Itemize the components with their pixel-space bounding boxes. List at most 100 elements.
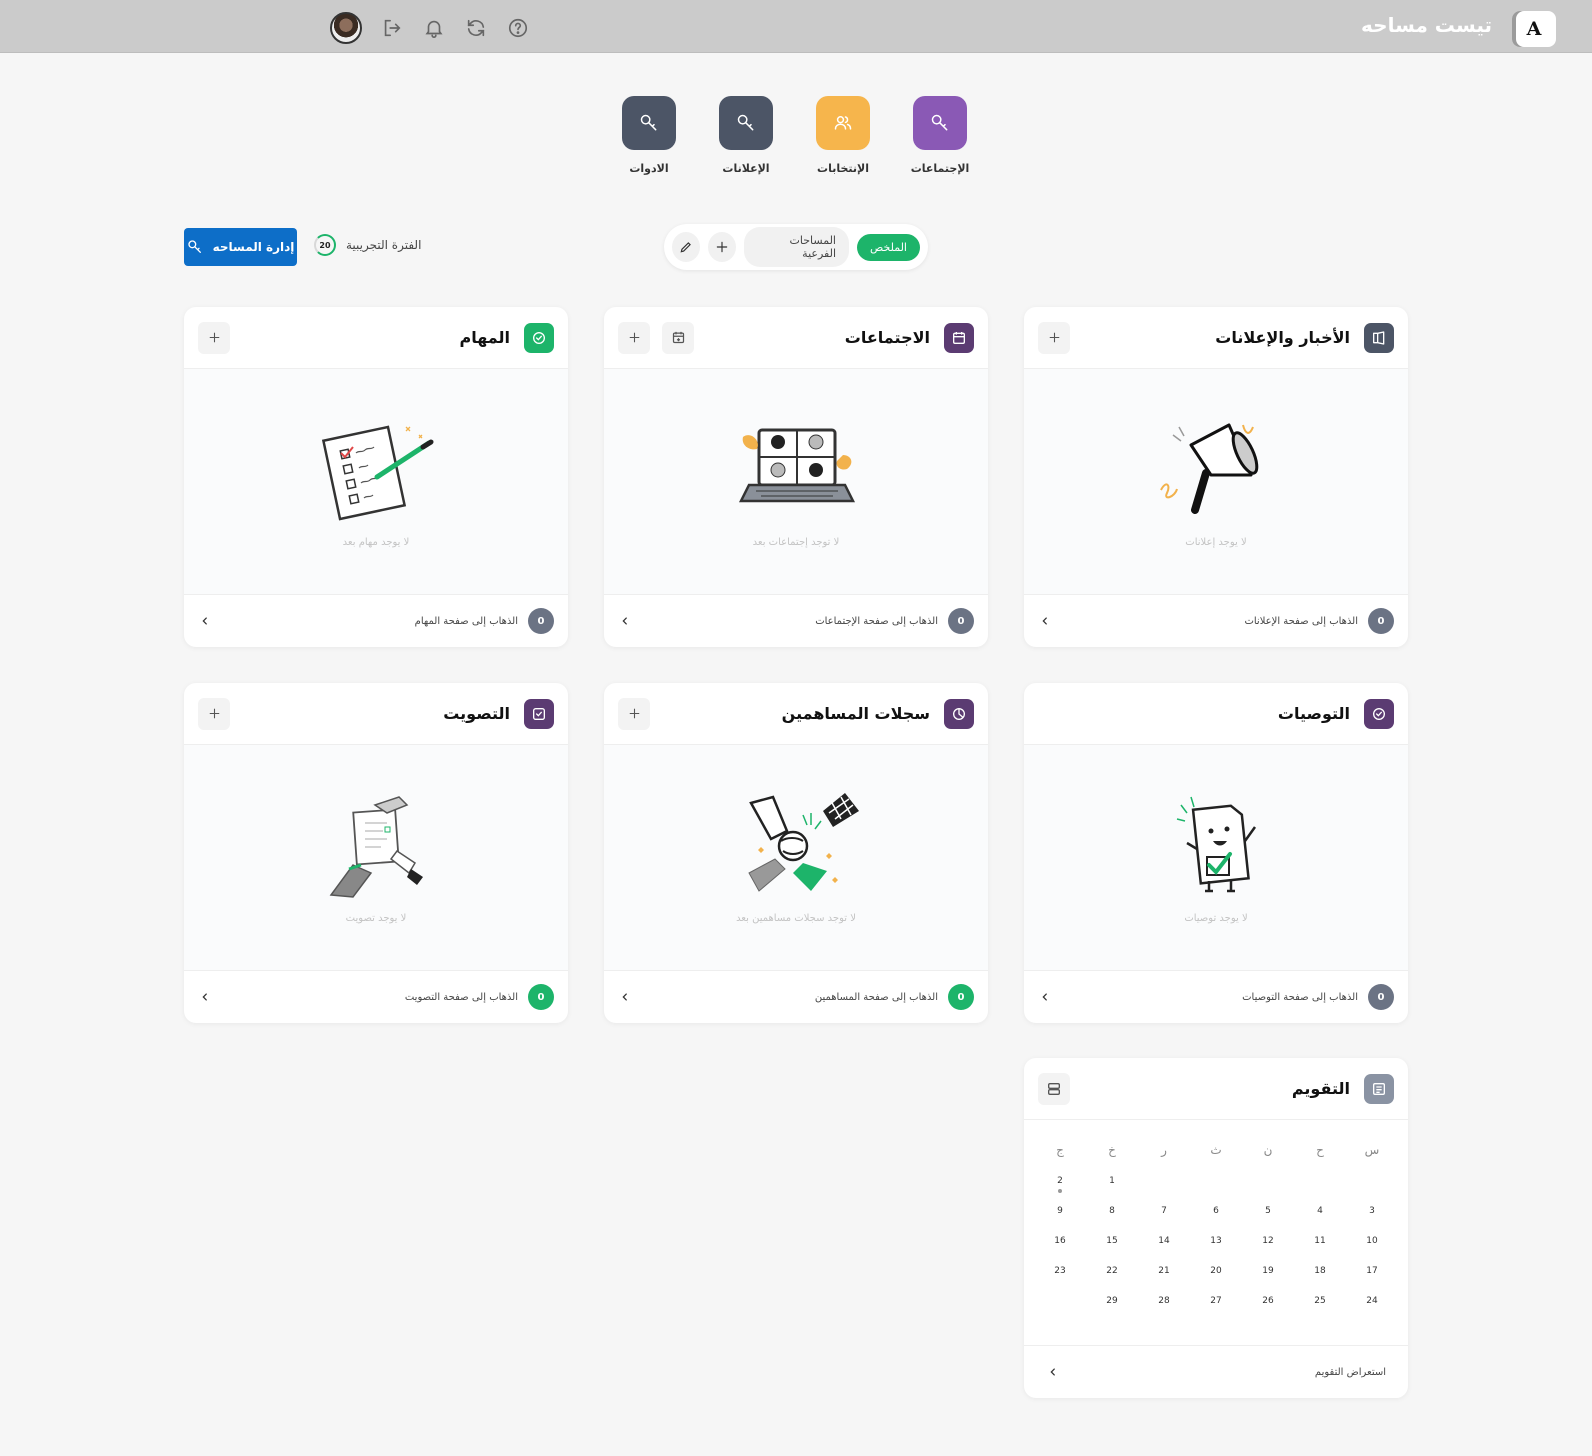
calendar-day[interactable]: 6	[1190, 1196, 1242, 1226]
calendar-day[interactable]: 7	[1138, 1196, 1190, 1226]
calendar-day[interactable]: 22	[1086, 1256, 1138, 1286]
chevron-left-icon[interactable]	[1038, 614, 1052, 628]
card-footer[interactable]: 0 الذهاب إلى صفحة الإجتماعات	[604, 594, 988, 647]
calendar-weekday: س	[1364, 1143, 1380, 1157]
video-meeting-illustration-icon	[738, 428, 856, 503]
count-badge: 0	[528, 984, 554, 1010]
card-title: التقويم	[1291, 1079, 1350, 1098]
go-to-announcements-link[interactable]: الذهاب إلى صفحة الإعلانات	[1052, 616, 1358, 627]
app-tile[interactable]	[719, 96, 773, 150]
calendar-day[interactable]: 14	[1138, 1226, 1190, 1256]
calendar-day[interactable]: 2	[1034, 1166, 1086, 1196]
app-tile[interactable]	[913, 96, 967, 150]
bell-icon[interactable]	[422, 16, 446, 40]
chevron-left-icon[interactable]	[198, 990, 212, 1004]
card-header: سجلات المساهمين	[604, 683, 988, 745]
app-announcements[interactable]: الإعلانات	[719, 96, 773, 175]
refresh-icon[interactable]	[464, 16, 488, 40]
card-footer[interactable]: 0 الذهاب إلى صفحة المهام	[184, 594, 568, 647]
add-vote-button[interactable]	[198, 697, 230, 730]
trial-indicator: 20 الفترة التجريبية	[314, 234, 421, 256]
app-elections[interactable]: الإنتخابات	[816, 96, 870, 175]
chevron-left-icon[interactable]	[198, 614, 212, 628]
card-footer[interactable]: استعراض التقويم	[1024, 1345, 1408, 1398]
calendar-day[interactable]: 20	[1190, 1256, 1242, 1286]
rows-icon	[1048, 1082, 1060, 1095]
card-footer[interactable]: 0 الذهاب إلى صفحة التصويت	[184, 970, 568, 1023]
add-task-button[interactable]	[198, 321, 230, 354]
calendar-day[interactable]: 4	[1294, 1196, 1346, 1226]
calendar-day[interactable]: 15	[1086, 1226, 1138, 1256]
calendar-plus-icon	[672, 331, 684, 344]
calendar-day[interactable]: 12	[1242, 1226, 1294, 1256]
app-meetings[interactable]: الإجتماعات	[911, 96, 969, 175]
add-subspace-button[interactable]	[708, 232, 737, 262]
calendar-day[interactable]: 3	[1346, 1196, 1398, 1226]
chevron-left-icon[interactable]	[618, 990, 632, 1004]
edit-button[interactable]	[672, 232, 701, 262]
recommendations-card: التوصيات لا يوجد توصيات 0 الذهاب إلى صفح…	[1024, 683, 1408, 1023]
calendar-day[interactable]: 13	[1190, 1226, 1242, 1256]
chevron-left-icon[interactable]	[1046, 1365, 1060, 1379]
calendar-day[interactable]: 29	[1086, 1286, 1138, 1316]
view-calendar-link[interactable]: استعراض التقويم	[1060, 1367, 1386, 1378]
count-badge: 0	[1368, 984, 1394, 1010]
calendar-day[interactable]: 10	[1346, 1226, 1398, 1256]
calendar-day[interactable]: 17	[1346, 1256, 1398, 1286]
calendar-day[interactable]: 26	[1242, 1286, 1294, 1316]
card-header: التوصيات	[1024, 683, 1408, 745]
card-footer[interactable]: 0 الذهاب إلى صفحة الإعلانات	[1024, 594, 1408, 647]
calendar-day[interactable]: 9	[1034, 1196, 1086, 1226]
calendar-day[interactable]: 27	[1190, 1286, 1242, 1316]
calendar-day[interactable]: 1	[1086, 1166, 1138, 1196]
go-to-voting-link[interactable]: الذهاب إلى صفحة التصويت	[212, 992, 518, 1003]
add-announcement-button[interactable]	[1038, 321, 1070, 354]
card-title: التوصيات	[1277, 704, 1350, 723]
logout-icon[interactable]	[380, 16, 404, 40]
go-to-meetings-link[interactable]: الذهاب إلى صفحة الإجتماعات	[632, 616, 938, 627]
calendar-day[interactable]: 21	[1138, 1256, 1190, 1286]
calendar-day[interactable]: 28	[1138, 1286, 1190, 1316]
calendar-day[interactable]: 18	[1294, 1256, 1346, 1286]
add-meeting-button[interactable]	[618, 321, 650, 354]
calendar-day	[1034, 1286, 1086, 1316]
calendar-weekday: ح	[1316, 1143, 1324, 1157]
card-footer[interactable]: 0 الذهاب إلى صفحة المساهمين	[604, 970, 988, 1023]
calendar-day[interactable]: 25	[1294, 1286, 1346, 1316]
key-icon	[737, 114, 754, 131]
add-shareholder-button[interactable]	[618, 697, 650, 730]
calendar-day[interactable]: 24	[1346, 1286, 1398, 1316]
chevron-left-icon[interactable]	[1038, 990, 1052, 1004]
calendar-day[interactable]: 19	[1242, 1256, 1294, 1286]
manage-space-button[interactable]: إدارة المساحه	[184, 228, 297, 266]
user-avatar[interactable]	[330, 12, 362, 44]
megaphone-illustration-icon	[1160, 423, 1259, 514]
go-to-tasks-link[interactable]: الذهاب إلى صفحة المهام	[212, 616, 518, 627]
tab-summary[interactable]: الملخص	[857, 233, 920, 261]
app-tile[interactable]	[622, 96, 676, 150]
go-to-recommendations-link[interactable]: الذهاب إلى صفحة التوصيات	[1052, 992, 1358, 1003]
top-bar: A تيست مساحه	[0, 0, 1592, 53]
card-footer[interactable]: 0 الذهاب إلى صفحة التوصيات	[1024, 970, 1408, 1023]
calendar-day[interactable]: 5	[1242, 1196, 1294, 1226]
space-title: تيست مساحه	[1361, 13, 1492, 37]
schedule-meeting-button[interactable]	[662, 321, 694, 354]
manage-space-label: إدارة المساحه	[212, 240, 295, 254]
app-tile[interactable]	[816, 96, 870, 150]
help-icon[interactable]	[506, 16, 530, 40]
calendar-day[interactable]: 11	[1294, 1226, 1346, 1256]
megaphone-icon	[1364, 322, 1394, 353]
news-card: الأخبار والإعلانات لا يوجد إعلانات 0 الذ…	[1024, 307, 1408, 647]
calendar-day[interactable]: 8	[1086, 1196, 1138, 1226]
app-label: الإعلانات	[722, 162, 770, 175]
chevron-left-icon[interactable]	[618, 614, 632, 628]
app-logo[interactable]: A	[1512, 11, 1556, 47]
view-tabs: الملخص المساحات الفرعية	[664, 224, 928, 270]
tab-subspaces[interactable]: المساحات الفرعية	[744, 227, 849, 267]
calendar-day[interactable]: 23	[1034, 1256, 1086, 1286]
calendar-day[interactable]: 16	[1034, 1226, 1086, 1256]
app-tools[interactable]: الادوات	[622, 96, 676, 175]
calendar-view-toggle-button[interactable]	[1038, 1072, 1070, 1105]
card-body: لا توجد سجلات مساهمين بعد	[604, 745, 988, 970]
go-to-shareholders-link[interactable]: الذهاب إلى صفحة المساهمين	[632, 992, 938, 1003]
